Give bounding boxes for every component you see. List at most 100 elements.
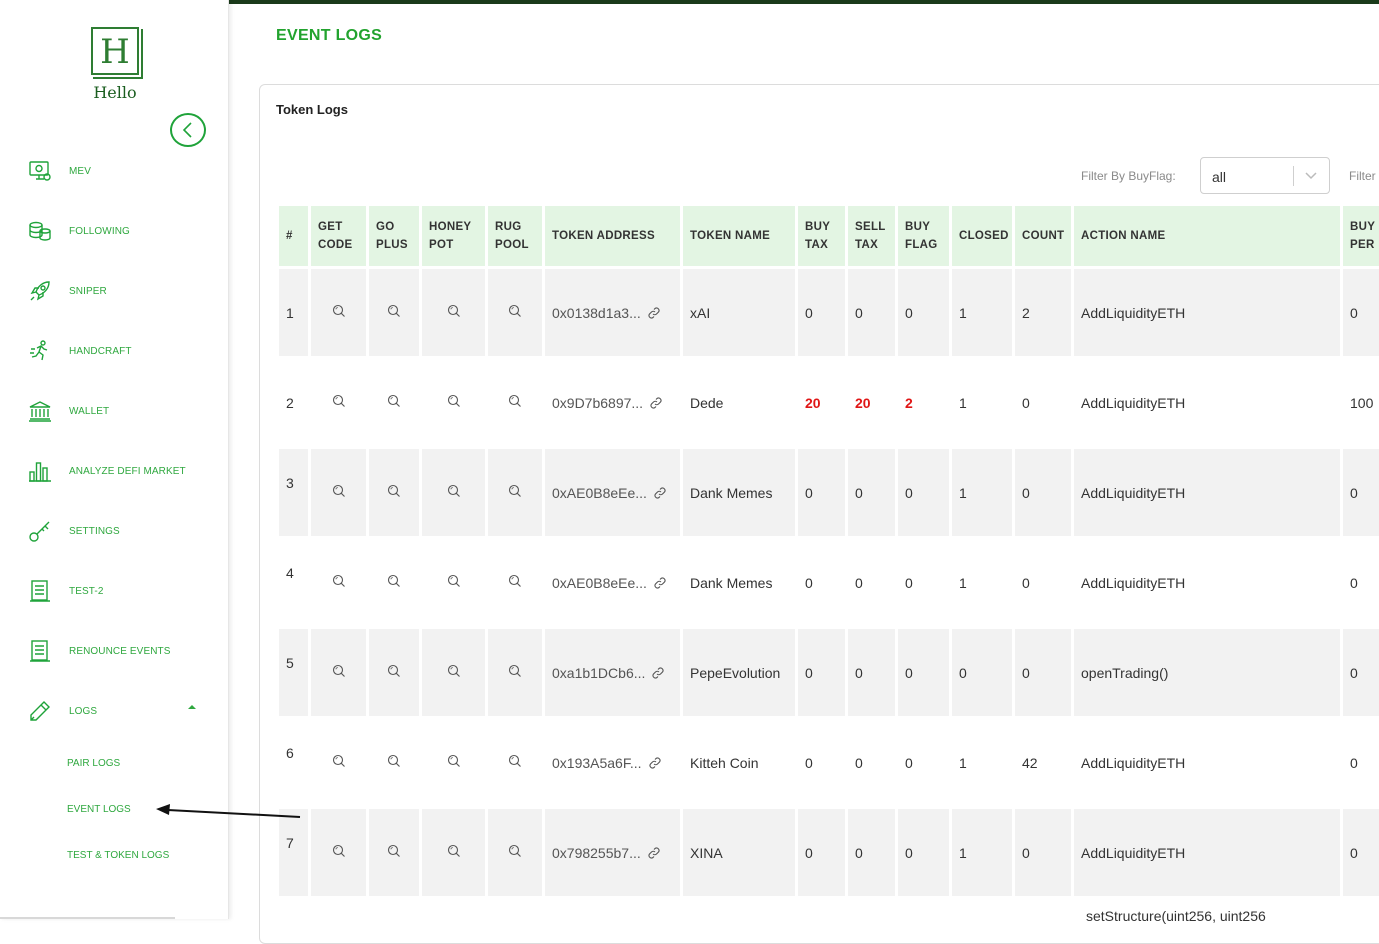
go-plus-cell[interactable] (369, 269, 419, 356)
link-icon[interactable] (648, 756, 662, 770)
magnifier-icon[interactable] (447, 394, 461, 411)
magnifier-icon[interactable] (387, 304, 401, 321)
honey-pot-cell[interactable] (422, 449, 485, 536)
column-header[interactable]: TOKEN ADDRESS (545, 206, 680, 266)
magnifier-icon[interactable] (332, 844, 346, 861)
magnifier-icon[interactable] (447, 754, 461, 771)
rug-pool-cell[interactable] (488, 269, 542, 356)
sidebar-item-handcraft[interactable]: HANDCRAFT (28, 337, 208, 365)
rug-pool-cell[interactable] (488, 809, 542, 896)
sidebar-item-logs[interactable]: LOGS (28, 697, 208, 725)
table-row[interactable]: 3 0xAE0B8eEe... Dank Memes 0 0 0 1 0 AddLiquidit… (279, 449, 1379, 536)
honey-pot-cell[interactable] (422, 359, 485, 446)
magnifier-icon[interactable] (332, 754, 346, 771)
rug-pool-cell[interactable] (488, 719, 542, 806)
column-header[interactable]: BUY TAX (798, 206, 845, 266)
magnifier-icon[interactable] (387, 664, 401, 681)
sidebar-subitem-event-logs[interactable]: EVENT LOGS (67, 804, 131, 815)
buyflag-select[interactable]: all (1200, 157, 1330, 194)
column-header[interactable]: # (279, 206, 308, 266)
magnifier-icon[interactable] (508, 574, 522, 591)
column-header[interactable]: BUY FLAG (898, 206, 949, 266)
magnifier-icon[interactable] (508, 304, 522, 321)
magnifier-icon[interactable] (332, 304, 346, 321)
rug-pool-cell[interactable] (488, 539, 542, 626)
get-code-cell[interactable] (311, 539, 366, 626)
go-plus-cell[interactable] (369, 719, 419, 806)
get-code-cell[interactable] (311, 269, 366, 356)
honey-pot-cell[interactable] (422, 809, 485, 896)
sidebar-item-test-2[interactable]: TEST-2 (28, 577, 208, 605)
table-row[interactable]: 2 0x9D7b6897... Dede 20 20 2 1 0 AddLiquidityETH… (279, 359, 1379, 446)
magnifier-icon[interactable] (387, 394, 401, 411)
table-row[interactable]: 4 0xAE0B8eEe... Dank Memes 0 0 0 1 0 AddLiquidit… (279, 539, 1379, 626)
magnifier-icon[interactable] (387, 484, 401, 501)
rug-pool-cell[interactable] (488, 359, 542, 446)
magnifier-icon[interactable] (447, 304, 461, 321)
link-icon[interactable] (647, 306, 661, 320)
go-plus-cell[interactable] (369, 809, 419, 896)
sidebar-subitem-test-token-logs[interactable]: TEST & TOKEN LOGS (67, 850, 169, 861)
magnifier-icon[interactable] (508, 484, 522, 501)
honey-pot-cell[interactable] (422, 539, 485, 626)
sidebar-item-mev[interactable]: MEV (28, 157, 208, 185)
sidebar-item-renounce-events[interactable]: RENOUNCE EVENTS (28, 637, 208, 665)
rug-pool-cell[interactable] (488, 629, 542, 716)
table-row[interactable]: 5 0xa1b1DCb6... PepeEvolution 0 0 0 0 0 openTrad… (279, 629, 1379, 716)
magnifier-icon[interactable] (387, 574, 401, 591)
magnifier-icon[interactable] (387, 754, 401, 771)
honey-pot-cell[interactable] (422, 269, 485, 356)
column-header[interactable]: TOKEN NAME (683, 206, 795, 266)
rug-pool-cell[interactable] (488, 449, 542, 536)
column-header[interactable]: ACTION NAME (1074, 206, 1340, 266)
magnifier-icon[interactable] (508, 754, 522, 771)
magnifier-icon[interactable] (447, 574, 461, 591)
get-code-cell[interactable] (311, 449, 366, 536)
column-header[interactable]: HONEY POT (422, 206, 485, 266)
magnifier-icon[interactable] (447, 664, 461, 681)
sidebar-subitem-pair-logs[interactable]: PAIR LOGS (67, 758, 120, 769)
sidebar-item-following[interactable]: FOLLOWING (28, 217, 208, 245)
link-icon[interactable] (653, 486, 667, 500)
go-plus-cell[interactable] (369, 359, 419, 446)
magnifier-icon[interactable] (447, 844, 461, 861)
magnifier-icon[interactable] (332, 574, 346, 591)
column-header[interactable]: COUNT (1015, 206, 1071, 266)
column-header[interactable]: BUY PER (1343, 206, 1379, 266)
go-plus-cell[interactable] (369, 539, 419, 626)
get-code-cell[interactable] (311, 359, 366, 446)
magnifier-icon[interactable] (508, 394, 522, 411)
honey-pot-cell[interactable] (422, 719, 485, 806)
table-row[interactable]: 6 0x193A5a6F... Kitteh Coin 0 0 0 1 42 AddLiquid… (279, 719, 1379, 806)
collapse-sidebar-button[interactable] (170, 113, 206, 147)
sidebar-item-wallet[interactable]: WALLET (28, 397, 208, 425)
sidebar-item-settings[interactable]: SETTINGS (28, 517, 208, 545)
magnifier-icon[interactable] (332, 664, 346, 681)
get-code-cell[interactable] (311, 719, 366, 806)
sidebar-item-sniper[interactable]: SNIPER (28, 277, 208, 305)
magnifier-icon[interactable] (332, 394, 346, 411)
table-row[interactable]: 7 0x798255b7... XINA 0 0 0 1 0 AddLiquidityETH 0 (279, 809, 1379, 896)
magnifier-icon[interactable] (387, 844, 401, 861)
column-header[interactable]: CLOSED (952, 206, 1012, 266)
column-header[interactable]: GET CODE (311, 206, 366, 266)
column-header[interactable]: SELL TAX (848, 206, 895, 266)
magnifier-icon[interactable] (332, 484, 346, 501)
sidebar-item-analyze-defi-market[interactable]: ANALYZE DEFI MARKET (28, 457, 208, 485)
logo[interactable]: H Hello (88, 27, 143, 103)
link-icon[interactable] (651, 666, 665, 680)
link-icon[interactable] (653, 576, 667, 590)
honey-pot-cell[interactable] (422, 629, 485, 716)
column-header[interactable]: RUG POOL (488, 206, 542, 266)
get-code-cell[interactable] (311, 809, 366, 896)
get-code-cell[interactable] (311, 629, 366, 716)
column-header[interactable]: GO PLUS (369, 206, 419, 266)
link-icon[interactable] (649, 396, 663, 410)
magnifier-icon[interactable] (508, 664, 522, 681)
link-icon[interactable] (647, 846, 661, 860)
table-row[interactable]: 1 0x0138d1a3... xAI 0 0 0 1 2 AddLiquidityETH 0 (279, 269, 1379, 356)
go-plus-cell[interactable] (369, 629, 419, 716)
magnifier-icon[interactable] (508, 844, 522, 861)
go-plus-cell[interactable] (369, 449, 419, 536)
magnifier-icon[interactable] (447, 484, 461, 501)
